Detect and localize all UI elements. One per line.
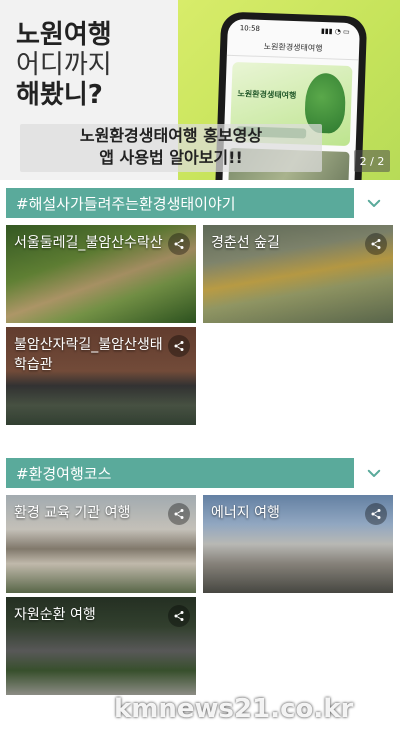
tile-education-institution-trip[interactable]: 환경 교육 기관 여행 [6,495,196,593]
share-icon[interactable] [168,605,190,627]
section-title: #환경여행코스 [6,458,354,488]
chevron-down-icon[interactable] [354,458,394,488]
share-icon[interactable] [365,503,387,525]
tile-label: 환경 교육 기관 여행 [14,505,131,521]
phone-card-title: 노원환경생태여행 [237,89,297,101]
banner-caption-line1: 노원환경생태여행 홍보영상 [79,126,263,145]
share-icon[interactable] [365,233,387,255]
banner-pager: 2 / 2 [354,150,390,172]
phone-time: 10:58 [239,24,261,33]
tile-label: 불암산자락길_불암산생태학습관 [14,337,163,373]
tile-gyeongchun-forest[interactable]: 경춘선 숲길 [203,225,393,323]
tile-label: 경춘선 숲길 [211,235,280,251]
tile-seoul-dulle-gil[interactable]: 서울둘레길_불암산수락산 [6,225,196,323]
chevron-down-icon[interactable] [354,188,394,218]
phone-app-title: 노원환경생태여행 [226,39,360,61]
banner-caption: 노원환경생태여행 홍보영상 앱 사용법 알아보기!! [20,125,322,169]
section-title: #해설사가들려주는환경생태이야기 [6,188,354,218]
watermark: kmnews21.co.kr [114,694,354,724]
share-icon[interactable] [168,233,190,255]
promo-banner[interactable]: 노원여행 어디까지 해봤니? 10:58 ▮▮▮ ◔ ▭ 노원환경생태여행 노원… [0,0,400,180]
share-icon[interactable] [168,503,190,525]
section-header-eco-courses[interactable]: #환경여행코스 [6,458,394,488]
tile-label: 자원순환 여행 [14,607,96,623]
tile-label: 에너지 여행 [211,505,280,521]
banner-title: 노원여행 어디까지 해봤니? [16,20,176,110]
tile-resource-recycling-trip[interactable]: 자원순환 여행 [6,597,196,695]
tile-buramsan-ecology-center[interactable]: 불암산자락길_불암산생태학습관 [6,327,196,425]
tile-label: 서울둘레길_불암산수락산 [14,235,163,251]
signal-icon: ▮▮▮ ◔ ▭ [320,27,350,37]
banner-title-line3: 해봤니? [16,80,103,110]
phone-status-bar: 10:58 ▮▮▮ ◔ ▭ [228,19,360,37]
banner-caption-line2: 앱 사용법 알아보기!! [99,148,243,167]
banner-title-line2: 어디까지 [16,50,112,80]
section-header-eco-stories[interactable]: #해설사가들려주는환경생태이야기 [6,188,394,218]
tile-energy-trip[interactable]: 에너지 여행 [203,495,393,593]
share-icon[interactable] [168,335,190,357]
banner-title-line1: 노원여행 [16,20,112,50]
